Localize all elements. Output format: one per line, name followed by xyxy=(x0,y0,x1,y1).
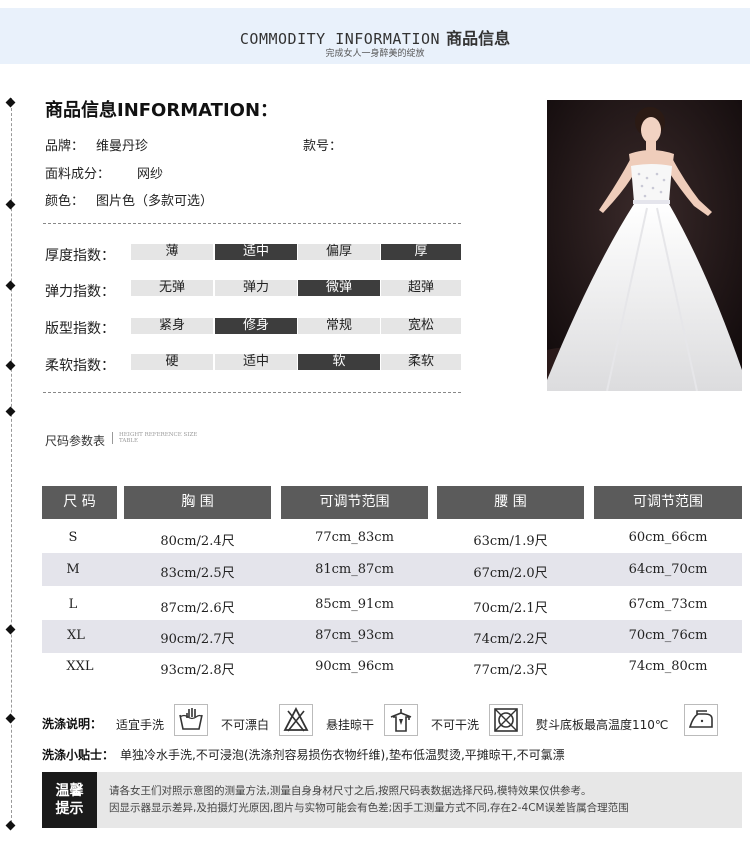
index-option: 宽松 xyxy=(381,318,461,334)
diamond-marker xyxy=(5,713,16,724)
index-option: 硬 xyxy=(131,354,213,370)
table-cell: 80cm/2.4尺 xyxy=(160,534,235,549)
no-dry-clean-icon xyxy=(489,704,523,736)
size-table-subtitle: HEIGHT REFERENCE SIZE TABLE xyxy=(112,432,199,444)
fit-index-label: 版型指数： xyxy=(45,321,115,337)
care-text: 不可漂白 xyxy=(221,718,270,732)
header-subtitle: 完成女人一身醉美的绽放 xyxy=(325,49,425,59)
index-option: 适中 xyxy=(215,354,297,370)
tips-label: 洗涤小贴士： xyxy=(42,748,115,762)
iron-icon xyxy=(684,704,718,736)
no-bleach-icon xyxy=(279,704,313,736)
table-cell: 70cm_76cm xyxy=(628,628,708,643)
softness-index-label: 柔软指数： xyxy=(45,358,115,374)
table-cell: 90cm_96cm xyxy=(315,659,394,674)
index-option: 厚 xyxy=(381,244,461,260)
care-text: 悬挂晾干 xyxy=(326,718,375,732)
index-option: 弹力 xyxy=(215,280,297,296)
table-header-cell: 胸 围 xyxy=(124,486,271,519)
tips-text: 单独冷水手洗,不可浸泡(洗涤剂容易损伤衣物纤维),垫布低温熨烫,平摊晾干,不可氯… xyxy=(120,748,565,762)
notice-text: 因显示器显示差异,及拍摄灯光原因,图片与实物可能会有色差;因手工测量方式不同,存… xyxy=(109,802,629,814)
diamond-marker xyxy=(5,820,16,831)
care-text: 不可干洗 xyxy=(431,718,480,732)
table-header-cell: 可调节范围 xyxy=(594,486,742,519)
table-header-cell: 可调节范围 xyxy=(281,486,428,519)
table-cell: 64cm_70cm xyxy=(628,562,708,577)
table-cell: 81cm_87cm xyxy=(315,562,394,577)
brand-value: 维曼丹珍 xyxy=(96,139,149,154)
diamond-marker xyxy=(5,280,16,291)
table-cell: XXL xyxy=(66,659,94,674)
table-cell: 60cm_66cm xyxy=(628,530,708,545)
table-cell: 85cm_91cm xyxy=(315,597,394,612)
dashed-divider xyxy=(43,223,461,224)
index-option: 柔软 xyxy=(381,354,461,370)
table-header-cell: 腰 围 xyxy=(437,486,584,519)
index-option: 薄 xyxy=(131,244,213,260)
diamond-marker xyxy=(5,360,16,371)
notice-badge-line1: 温馨 xyxy=(55,783,84,799)
diamond-marker xyxy=(5,624,16,635)
index-option: 软 xyxy=(298,354,380,370)
index-option: 超弹 xyxy=(381,280,461,296)
diamond-marker xyxy=(5,406,16,417)
care-text: 熨斗底板最高温度110℃ xyxy=(536,718,669,732)
fabric-value: 网纱 xyxy=(137,167,164,182)
thickness-index-label: 厚度指数： xyxy=(45,248,115,264)
hang-dry-icon xyxy=(384,704,418,736)
dashed-divider xyxy=(43,392,461,393)
table-header-cell: 尺 码 xyxy=(42,486,117,519)
table-cell: 93cm/2.8尺 xyxy=(160,663,235,678)
index-option: 无弹 xyxy=(131,280,213,296)
color-value: 图片色（多款可选） xyxy=(96,194,214,209)
table-cell: 74cm_80cm xyxy=(628,659,708,674)
diamond-marker xyxy=(5,97,16,108)
notice-text: 请各女王们对照示意图的测量方法,测量自身身材尺寸之后,按照尺码表数据选择尺码,模… xyxy=(109,785,592,797)
table-cell: 90cm/2.7尺 xyxy=(160,632,235,647)
table-cell: 77cm_83cm xyxy=(315,530,394,545)
index-option: 紧身 xyxy=(131,318,213,334)
table-cell: 67cm/2.0尺 xyxy=(473,566,548,581)
diamond-marker xyxy=(5,199,16,210)
table-cell: M xyxy=(66,562,80,577)
table-cell: 74cm/2.2尺 xyxy=(473,632,548,647)
index-option: 修身 xyxy=(215,318,297,334)
color-label: 颜色： xyxy=(45,194,85,209)
model-label: 款号： xyxy=(303,139,343,154)
table-cell: 70cm/2.1尺 xyxy=(473,601,548,616)
table-cell: S xyxy=(68,530,78,545)
table-cell: L xyxy=(68,597,78,612)
info-title: 商品信息INFORMATION： xyxy=(45,100,279,121)
fabric-label: 面料成分： xyxy=(45,167,111,182)
notice-badge: 温馨 提示 xyxy=(42,772,97,828)
care-label: 洗涤说明： xyxy=(42,717,103,731)
table-cell: 83cm/2.5尺 xyxy=(160,566,235,581)
notice-badge-line2: 提示 xyxy=(55,801,84,817)
size-table-title: 尺码参数表 xyxy=(45,434,106,448)
table-cell: 77cm/2.3尺 xyxy=(473,663,548,678)
hand-wash-icon xyxy=(174,704,208,736)
table-cell: XL xyxy=(67,628,85,643)
index-option: 适中 xyxy=(215,244,297,260)
table-cell: 67cm_73cm xyxy=(628,597,708,612)
index-option: 微弹 xyxy=(298,280,380,296)
table-cell: 87cm_93cm xyxy=(315,628,394,643)
product-photo xyxy=(547,100,742,391)
table-cell: 87cm/2.6尺 xyxy=(160,601,235,616)
table-cell: 63cm/1.9尺 xyxy=(473,534,548,549)
elasticity-index-label: 弹力指数： xyxy=(45,284,115,300)
brand-label: 品牌： xyxy=(45,139,85,154)
index-option: 常规 xyxy=(298,318,380,334)
index-option: 偏厚 xyxy=(298,244,380,260)
care-text: 适宜手洗 xyxy=(116,718,165,732)
